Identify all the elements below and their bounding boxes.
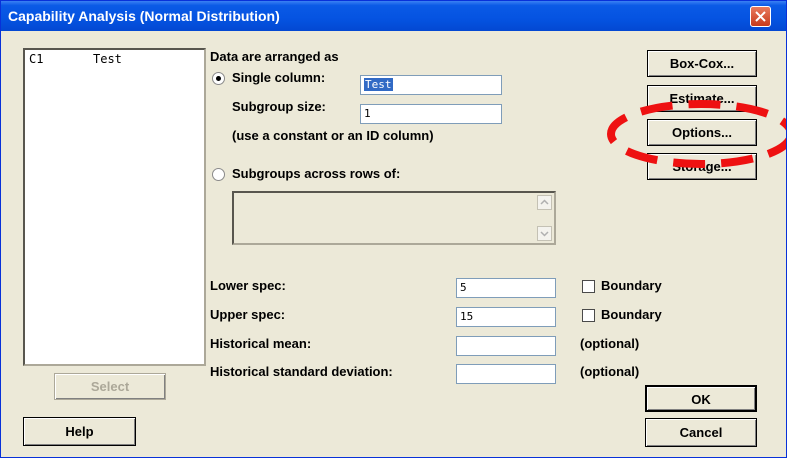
- variables-listbox[interactable]: C1 Test: [23, 48, 206, 366]
- single-column-label: Single column:: [232, 70, 326, 85]
- cancel-button[interactable]: Cancel: [645, 418, 757, 447]
- upper-spec-label: Upper spec:: [210, 307, 286, 322]
- subgroup-size-input[interactable]: 1: [360, 104, 502, 124]
- historical-mean-note: (optional): [580, 336, 640, 351]
- title-bar[interactable]: Capability Analysis (Normal Distribution…: [1, 1, 786, 31]
- help-button[interactable]: Help: [23, 417, 136, 446]
- options-button[interactable]: Options...: [647, 119, 757, 146]
- select-button[interactable]: Select: [54, 373, 166, 400]
- help-label: Help: [65, 424, 94, 439]
- lower-boundary-checkbox[interactable]: [582, 280, 595, 293]
- close-button[interactable]: [750, 6, 771, 27]
- lower-boundary-label: Boundary: [601, 278, 662, 293]
- subgroups-across-rows-box[interactable]: [232, 191, 556, 245]
- upper-spec-input[interactable]: 15: [456, 307, 556, 327]
- window-title: Capability Analysis (Normal Distribution…: [8, 8, 280, 24]
- variable-column-name[interactable]: Test: [93, 52, 122, 66]
- subgroups-across-rows-label: Subgroups across rows of:: [232, 166, 401, 181]
- scroll-up-button[interactable]: [537, 195, 552, 210]
- radio-selected-dot: [216, 76, 221, 81]
- single-column-input[interactable]: Test: [360, 75, 502, 95]
- options-label: Options...: [672, 125, 732, 140]
- select-label: Select: [90, 379, 130, 394]
- single-column-value: Test: [364, 78, 393, 91]
- chevron-up-icon: [540, 199, 549, 205]
- storage-button[interactable]: Storage...: [647, 153, 757, 180]
- historical-sd-input[interactable]: [456, 364, 556, 384]
- capability-analysis-dialog: Capability Analysis (Normal Distribution…: [0, 0, 787, 458]
- ok-button[interactable]: OK: [645, 385, 757, 412]
- ok-label: OK: [691, 392, 711, 407]
- upper-boundary-label: Boundary: [601, 307, 662, 322]
- box-cox-label: Box-Cox...: [669, 56, 735, 71]
- lower-spec-label: Lower spec:: [210, 278, 286, 293]
- close-icon: [755, 11, 766, 22]
- lower-spec-input[interactable]: 5: [456, 278, 556, 298]
- subgroup-hint: (use a constant or an ID column): [232, 128, 434, 143]
- chevron-down-icon: [540, 231, 549, 237]
- historical-sd-label: Historical standard deviation:: [210, 364, 393, 379]
- estimate-button[interactable]: Estimate...: [647, 85, 757, 112]
- scroll-down-button[interactable]: [537, 226, 552, 241]
- single-column-radio[interactable]: [212, 72, 225, 85]
- data-arranged-heading: Data are arranged as: [210, 49, 339, 64]
- estimate-label: Estimate...: [669, 91, 735, 106]
- storage-label: Storage...: [672, 159, 732, 174]
- historical-mean-label: Historical mean:: [210, 336, 312, 351]
- upper-boundary-checkbox[interactable]: [582, 309, 595, 322]
- variable-column-id[interactable]: C1: [29, 52, 43, 66]
- subgroup-size-label: Subgroup size:: [232, 99, 326, 114]
- dialog-body: C1 Test Data are arranged as Single colu…: [1, 31, 786, 457]
- box-cox-button[interactable]: Box-Cox...: [647, 50, 757, 77]
- cancel-label: Cancel: [679, 425, 723, 440]
- historical-mean-input[interactable]: [456, 336, 556, 356]
- historical-sd-note: (optional): [580, 364, 640, 379]
- subgroups-across-rows-radio[interactable]: [212, 168, 225, 181]
